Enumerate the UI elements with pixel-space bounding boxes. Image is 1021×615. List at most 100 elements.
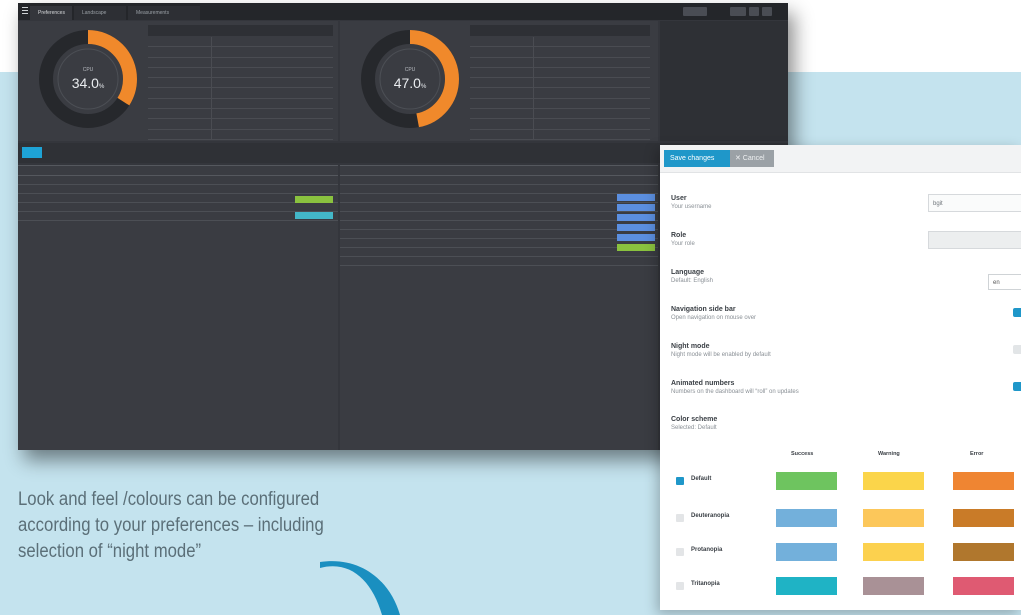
- topbar-fullscreen-button[interactable]: [749, 7, 759, 16]
- status-badge: [617, 244, 655, 251]
- server-panel-left: CPU 34.0%: [18, 21, 338, 141]
- empty-side-panel: [660, 21, 788, 141]
- success-swatch: [776, 472, 837, 490]
- scheme-checkbox[interactable]: [676, 477, 684, 485]
- nav-side-bar-title: Navigation side bar: [671, 306, 736, 313]
- error-swatch: [953, 577, 1014, 595]
- scheme-name: Protanopia: [691, 547, 723, 553]
- nav-side-bar-desc: Open navigation on mouse over: [671, 315, 757, 321]
- table-row: [340, 194, 658, 203]
- cancel-button[interactable]: ✕ Cancel: [730, 150, 774, 167]
- color-scheme-row[interactable]: Tritanopia: [676, 577, 1021, 595]
- table-row: [18, 176, 338, 185]
- username-input[interactable]: bgit: [928, 194, 1021, 212]
- topbar-settings-button[interactable]: [762, 7, 772, 16]
- role-input: [928, 231, 1021, 249]
- nav-side-bar-setting: Navigation side bar Open navigation on m…: [671, 305, 756, 323]
- topbar-search-button[interactable]: [683, 7, 707, 16]
- status-badge: [617, 204, 655, 211]
- column-success: Success: [791, 451, 814, 457]
- error-swatch: [953, 472, 1014, 490]
- color-scheme-row[interactable]: Protanopia: [676, 543, 1021, 561]
- caption-line-1: Look and feel /colours can be configured: [18, 489, 320, 510]
- segment-toggle-button[interactable]: [22, 147, 42, 158]
- table-row: [340, 230, 658, 239]
- dashboard-topbar: Preferences Landscape Measurements: [18, 3, 788, 20]
- cpu-gauge: CPU 34.0%: [38, 29, 138, 129]
- animated-numbers-desc: Numbers on the dashboard will “roll” on …: [671, 389, 799, 395]
- settings-panel: Save changes ✕ Cancel User Your username…: [660, 145, 1021, 610]
- warning-swatch: [863, 577, 924, 595]
- cpu-gauge-label: CPU: [82, 67, 94, 73]
- status-badge: [295, 212, 333, 219]
- table-row: [340, 176, 658, 185]
- server-info-table-2: [470, 37, 650, 140]
- grid-panel-left: [18, 165, 338, 450]
- status-badge: [617, 194, 655, 201]
- scheme-checkbox[interactable]: [676, 548, 684, 556]
- animated-numbers-toggle[interactable]: [1013, 382, 1021, 391]
- scheme-name: Default: [691, 476, 712, 482]
- table-row: [340, 212, 658, 221]
- scheme-name: Tritanopia: [691, 581, 720, 587]
- night-mode-setting: Night mode Night mode will be enabled by…: [671, 342, 771, 360]
- status-badge: [295, 196, 333, 203]
- scheme-checkbox[interactable]: [676, 582, 684, 590]
- caption-line-2: according to your preferences – includin…: [18, 515, 324, 536]
- server-panel-right: CPU 47.0%: [340, 21, 658, 141]
- warning-swatch: [863, 472, 924, 490]
- language-title: Language: [671, 269, 705, 276]
- status-badge: [617, 214, 655, 221]
- table-row: [18, 212, 338, 221]
- role-title: Role: [671, 232, 687, 239]
- table-row: [18, 185, 338, 194]
- error-swatch: [953, 543, 1014, 561]
- success-swatch: [776, 509, 837, 527]
- menu-icon[interactable]: [22, 7, 28, 16]
- settings-toolbar: Save changes ✕ Cancel: [660, 145, 1021, 173]
- animated-numbers-title: Animated numbers: [671, 380, 735, 387]
- table-row: [340, 257, 658, 266]
- save-button[interactable]: Save changes: [664, 150, 730, 167]
- warning-swatch: [863, 509, 924, 527]
- role-setting: Role Your role: [671, 231, 695, 249]
- nav-side-bar-toggle[interactable]: [1013, 308, 1021, 317]
- language-select[interactable]: en: [988, 274, 1021, 290]
- tab-landscape[interactable]: Landscape: [74, 6, 126, 20]
- table-row: [340, 185, 658, 194]
- success-swatch: [776, 577, 837, 595]
- table-row: [340, 203, 658, 212]
- table-row: [18, 203, 338, 212]
- night-mode-toggle[interactable]: [1013, 345, 1021, 354]
- server-info-title: [148, 25, 333, 36]
- topbar-layout-button[interactable]: [730, 7, 746, 16]
- scheme-name: Deuteranopia: [691, 513, 730, 519]
- night-mode-desc: Night mode will be enabled by default: [671, 352, 771, 358]
- cpu-gauge-value: 34.0%: [71, 75, 105, 91]
- scheme-checkbox[interactable]: [676, 514, 684, 522]
- language-setting: Language Default: English: [671, 268, 713, 286]
- warning-swatch: [863, 543, 924, 561]
- success-swatch: [776, 543, 837, 561]
- server-info-table: [148, 37, 333, 140]
- user-desc: Your username: [671, 204, 712, 210]
- color-scheme-row[interactable]: Default: [676, 472, 1021, 490]
- caption: Look and feel /colours can be configured…: [18, 487, 388, 565]
- status-badge: [617, 224, 655, 231]
- error-swatch: [953, 509, 1014, 527]
- language-desc: Default: English: [671, 278, 714, 284]
- user-setting: User Your username: [671, 194, 711, 212]
- table-row: [340, 248, 658, 257]
- animated-numbers-setting: Animated numbers Numbers on the dashboar…: [671, 379, 799, 397]
- grid-panel-right: [340, 165, 658, 450]
- color-scheme-row[interactable]: Deuteranopia: [676, 509, 1021, 527]
- server-info-title-2: [470, 25, 650, 36]
- tab-measurements[interactable]: Measurements: [128, 6, 200, 20]
- tab-preferences[interactable]: Preferences: [30, 6, 72, 20]
- role-desc: Your role: [671, 241, 695, 247]
- color-scheme-setting: Color scheme Selected: Default: [671, 415, 717, 433]
- cpu-gauge-label-2: CPU: [404, 67, 416, 73]
- color-scheme-title: Color scheme: [671, 416, 718, 423]
- table-row: [340, 221, 658, 230]
- column-warning: Warning: [878, 451, 900, 457]
